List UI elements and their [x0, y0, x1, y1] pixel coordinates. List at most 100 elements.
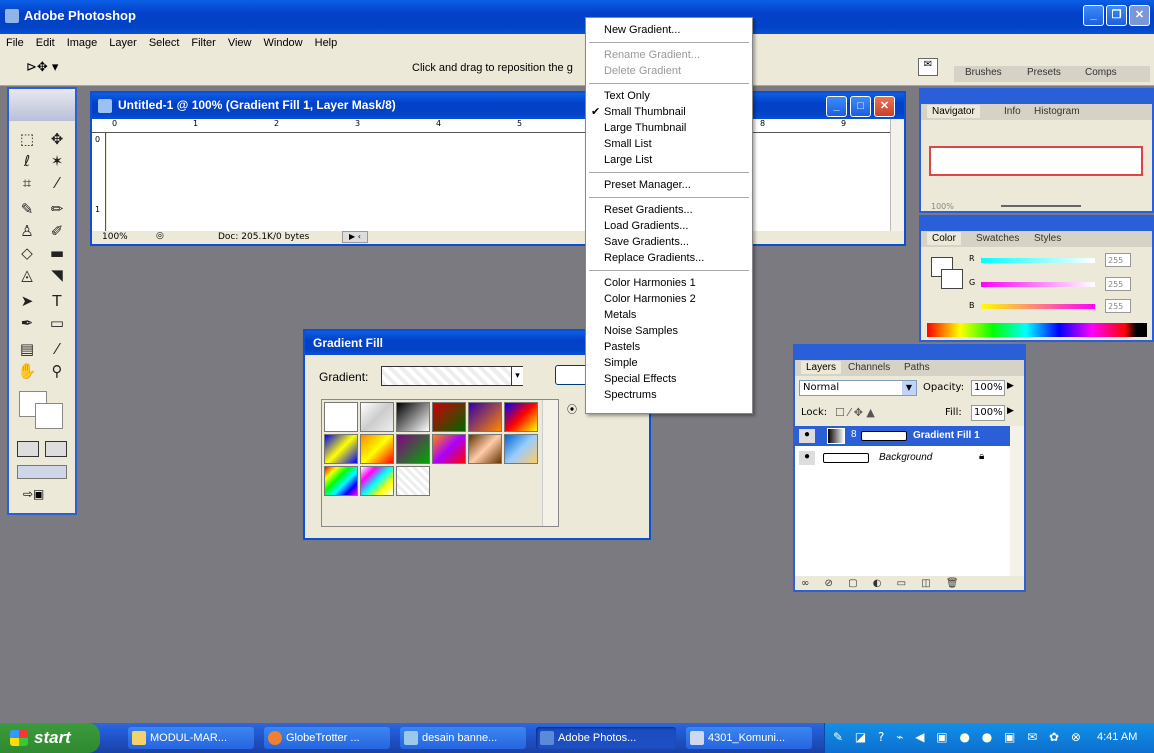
gradient-swatch[interactable] [396, 402, 430, 432]
status-menu-arrow-icon[interactable]: ▶ ‹ [342, 231, 368, 243]
menu-item-save-gradients[interactable]: Save Gradients... [586, 234, 752, 250]
file-browser-icon[interactable]: ✉ [918, 58, 938, 76]
opacity-arrow-icon[interactable]: ▶ [1007, 381, 1014, 391]
gradient-swatch[interactable] [396, 466, 430, 496]
menu-item-metals[interactable]: Metals [586, 307, 752, 323]
fill-arrow-icon[interactable]: ▶ [1007, 406, 1014, 416]
eraser-tool-icon[interactable]: ◇ [13, 243, 41, 263]
document-vertical-scrollbar[interactable] [890, 119, 904, 231]
brush-tool-icon[interactable]: ✏ [43, 199, 71, 219]
gradient-swatch[interactable] [468, 434, 502, 464]
menu-item-small-list[interactable]: Small List [586, 136, 752, 152]
blur-tool-icon[interactable]: ◬ [13, 265, 41, 285]
standard-mode-icon[interactable] [17, 441, 39, 457]
menu-layer[interactable]: Layer [103, 34, 143, 52]
chevron-down-icon[interactable]: ▼ [902, 381, 916, 395]
lock-icons[interactable]: ☐ ⁄ ✥ ▲ [835, 406, 875, 419]
navigator-zoom[interactable]: 100% [931, 202, 954, 211]
pen-tool-icon[interactable]: ✒ [13, 313, 41, 333]
close-button[interactable]: ✕ [1129, 5, 1150, 26]
tab-paths[interactable]: Paths [899, 361, 935, 374]
channel-b-slider[interactable] [981, 304, 1095, 309]
swatch-menu-arrow-icon[interactable]: ⦿ [567, 401, 577, 416]
layers-scrollbar[interactable] [1010, 426, 1024, 576]
palette-tab-brushes[interactable]: Brushes [960, 66, 1007, 79]
menu-item-large-thumbnail[interactable]: Large Thumbnail [586, 120, 752, 136]
layer-row[interactable]: ● 8 Gradient Fill 1 [795, 426, 1017, 446]
menu-item-pastels[interactable]: Pastels [586, 339, 752, 355]
menu-window[interactable]: Window [258, 34, 309, 52]
taskbar-item[interactable]: MODUL-MAR... [128, 727, 254, 749]
history-brush-tool-icon[interactable]: ✐ [43, 221, 71, 241]
channel-g-value[interactable]: 255 [1105, 277, 1131, 291]
screen-mode-icons[interactable] [17, 465, 67, 479]
blend-mode-select[interactable]: Normal ▼ [799, 380, 917, 396]
menu-edit[interactable]: Edit [30, 34, 61, 52]
menu-help[interactable]: Help [309, 34, 344, 52]
gradient-picker[interactable] [381, 366, 523, 386]
magic-wand-tool-icon[interactable]: ✶ [43, 151, 71, 171]
layer-row[interactable]: ● Background 🔒︎ [795, 448, 1017, 468]
layers-footer-icons[interactable]: ∞ ⊘ ▢ ◐ ▭ ◫ 🗑︎ [801, 578, 965, 589]
tab-styles[interactable]: Styles [1029, 232, 1066, 245]
lasso-tool-icon[interactable]: ℓ [13, 151, 41, 171]
channel-g-slider[interactable] [981, 282, 1095, 287]
channel-r-value[interactable]: 255 [1105, 253, 1131, 267]
restore-button[interactable]: ❐ [1106, 5, 1127, 26]
gradient-swatch[interactable] [396, 434, 430, 464]
navigator-preview[interactable] [929, 146, 1143, 176]
jump-to-imageready-icon[interactable]: ⇨▣ [23, 487, 59, 503]
eyedropper-tool-icon[interactable]: ⁄ [43, 339, 71, 359]
menu-view[interactable]: View [222, 34, 258, 52]
tab-layers[interactable]: Layers [801, 361, 842, 374]
menu-item-text-only[interactable]: Text Only [586, 88, 752, 104]
doc-minimize-button[interactable]: _ [826, 96, 847, 117]
gradient-swatch[interactable] [504, 434, 538, 464]
slice-tool-icon[interactable]: ⁄ [43, 173, 71, 193]
tab-swatches[interactable]: Swatches [971, 232, 1024, 245]
doc-close-button[interactable]: ✕ [874, 96, 895, 117]
shape-tool-icon[interactable]: ▭ [43, 313, 71, 333]
menu-item-color-harmonies-2[interactable]: Color Harmonies 2 [586, 291, 752, 307]
notes-tool-icon[interactable]: ▤ [13, 339, 41, 359]
dodge-tool-icon[interactable]: ◥ [43, 265, 71, 285]
menu-item-replace-gradients[interactable]: Replace Gradients... [586, 250, 752, 266]
menu-item-load-gradients[interactable]: Load Gradients... [586, 218, 752, 234]
menu-item-color-harmonies-1[interactable]: Color Harmonies 1 [586, 275, 752, 291]
gradient-swatch[interactable] [432, 402, 466, 432]
gradient-swatch[interactable] [432, 434, 466, 464]
tab-navigator[interactable]: Navigator [927, 105, 980, 118]
menu-filter[interactable]: Filter [185, 34, 221, 52]
quick-mask-mode-icon[interactable] [45, 441, 67, 457]
menu-item-preset-manager[interactable]: Preset Manager... [586, 177, 752, 193]
path-selection-tool-icon[interactable]: ➤ [13, 291, 41, 311]
menu-item-simple[interactable]: Simple [586, 355, 752, 371]
hand-tool-icon[interactable]: ✋ [13, 361, 41, 381]
color-background-swatch[interactable] [941, 269, 963, 289]
gradient-swatch[interactable] [468, 402, 502, 432]
opacity-input[interactable]: 100% [971, 380, 1005, 396]
status-arrow-icon[interactable]: ◎ [156, 231, 164, 241]
menu-item-new-gradient[interactable]: New Gradient... [586, 22, 752, 38]
eye-icon[interactable]: ● [799, 429, 815, 443]
menu-item-spectrums[interactable]: Spectrums [586, 387, 752, 403]
menu-image[interactable]: Image [61, 34, 104, 52]
tab-color[interactable]: Color [927, 232, 961, 245]
menu-item-large-list[interactable]: Large List [586, 152, 752, 168]
menu-item-small-thumbnail[interactable]: ✔ Small Thumbnail [586, 104, 752, 120]
menu-file[interactable]: File [0, 34, 30, 52]
gradient-picker-arrow-icon[interactable]: ▾ [511, 367, 523, 385]
taskbar-item[interactable]: Adobe Photos... [536, 727, 676, 749]
tab-info[interactable]: Info [999, 105, 1026, 118]
taskbar-item[interactable]: GlobeTrotter ... [264, 727, 390, 749]
swatch-grid-scrollbar[interactable] [542, 400, 558, 526]
gradient-swatch[interactable] [360, 466, 394, 496]
background-color-swatch[interactable] [35, 403, 63, 429]
gradient-swatch[interactable] [324, 434, 358, 464]
taskbar-item[interactable]: desain banne... [400, 727, 526, 749]
gradient-swatch[interactable] [360, 402, 394, 432]
move-tool-preset-icon[interactable]: ⊳✥ ▾ [26, 60, 58, 75]
canvas[interactable] [107, 133, 890, 231]
tray-icons[interactable]: ✎ ◪ ? ⌁ ◀ ▣ ● ● ▣ ✉ ✿ ⊗ [833, 730, 1085, 744]
channel-b-value[interactable]: 255 [1105, 299, 1131, 313]
